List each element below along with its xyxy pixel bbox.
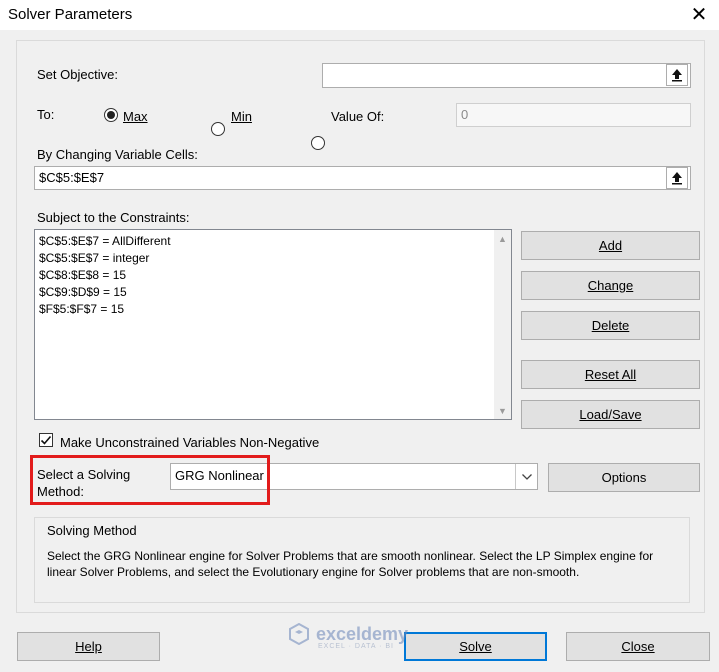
exceldemy-logo-icon xyxy=(289,623,309,645)
set-objective-input[interactable] xyxy=(322,63,691,88)
list-item[interactable]: $C$5:$E$7 = AllDifferent xyxy=(39,234,171,248)
solving-method-title: Solving Method xyxy=(47,523,137,538)
objective-cell-picker-button[interactable] xyxy=(666,64,688,86)
collapse-arrow-icon xyxy=(672,172,682,185)
watermark-tagline: EXCEL · DATA · BI xyxy=(318,643,394,650)
solve-button[interactable]: Solve xyxy=(404,632,547,661)
changing-cells-picker-button[interactable] xyxy=(666,167,688,189)
reset-all-button[interactable]: Reset All xyxy=(521,360,700,389)
nonneg-checkbox[interactable] xyxy=(39,433,53,447)
close-icon[interactable]: ✕ xyxy=(686,2,712,28)
nonneg-label[interactable]: Make Unconstrained Variables Non-Negativ… xyxy=(60,435,319,450)
constraints-scrollbar[interactable]: ▲ ▼ xyxy=(494,230,511,419)
radio-max[interactable] xyxy=(104,108,118,122)
checkmark-icon xyxy=(40,435,52,445)
watermark-name: exceldemy xyxy=(316,623,409,644)
close-button[interactable]: Close xyxy=(566,632,710,661)
radio-max-label[interactable]: Max xyxy=(123,109,148,124)
solving-method-description: Select the GRG Nonlinear engine for Solv… xyxy=(47,549,654,579)
window-title: Solver Parameters xyxy=(8,6,133,23)
set-objective-label: Set Objective: xyxy=(37,67,118,82)
value-of-input[interactable]: 0 xyxy=(456,103,691,127)
change-button[interactable]: Change xyxy=(521,271,700,300)
watermark: exceldemy EXCEL · DATA · BI xyxy=(288,623,409,650)
list-item[interactable]: $C$8:$E$8 = 15 xyxy=(39,268,126,282)
options-button[interactable]: Options xyxy=(548,463,700,492)
list-item[interactable]: $F$5:$F$7 = 15 xyxy=(39,302,124,316)
radio-min[interactable] xyxy=(211,122,225,136)
radio-value-of[interactable] xyxy=(311,136,325,150)
scroll-down-icon[interactable]: ▼ xyxy=(494,402,511,419)
add-button[interactable]: Add xyxy=(521,231,700,260)
to-label: To: xyxy=(37,107,55,122)
list-item[interactable]: $C$5:$E$7 = integer xyxy=(39,251,149,265)
constraints-listbox[interactable]: $C$5:$E$7 = AllDifferent $C$5:$E$7 = int… xyxy=(34,229,512,420)
constraints-label: Subject to the Constraints: xyxy=(37,210,190,225)
changing-cells-input[interactable]: $C$5:$E$7 xyxy=(34,166,691,190)
radio-value-of-label[interactable]: Value Of: xyxy=(331,109,384,124)
radio-min-label[interactable]: Min xyxy=(231,109,252,124)
chevron-down-icon[interactable] xyxy=(515,464,537,489)
load-save-button[interactable]: Load/Save xyxy=(521,400,700,429)
annotation-highlight-box xyxy=(30,455,270,505)
collapse-arrow-icon xyxy=(672,69,682,82)
list-item[interactable]: $C$9:$D$9 = 15 xyxy=(39,285,127,299)
solving-method-group: Solving Method Select the GRG Nonlinear … xyxy=(34,517,690,603)
help-button[interactable]: Help xyxy=(17,632,160,661)
scroll-up-icon[interactable]: ▲ xyxy=(494,230,511,247)
changing-cells-label: By Changing Variable Cells: xyxy=(37,147,198,162)
delete-button[interactable]: Delete xyxy=(521,311,700,340)
